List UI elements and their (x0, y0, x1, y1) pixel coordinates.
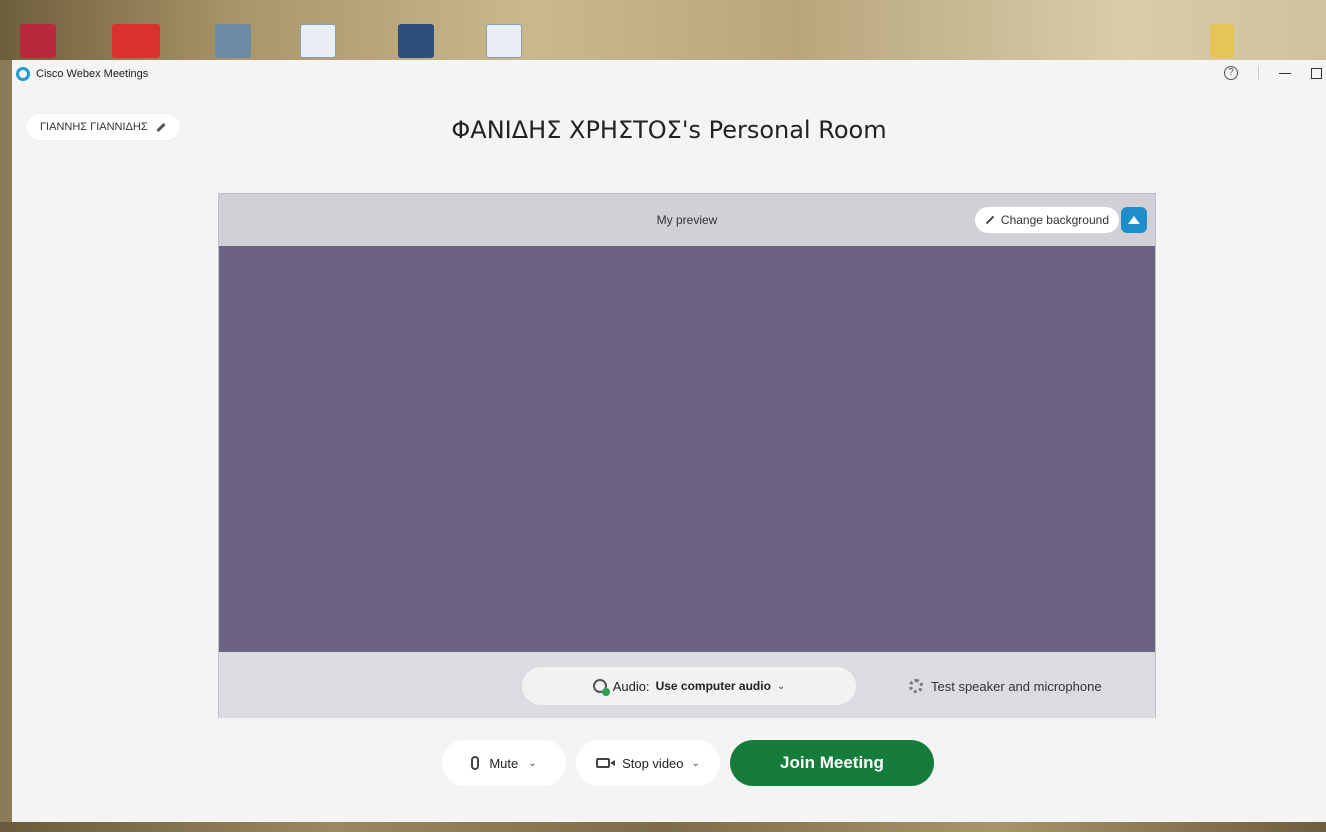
audio-value: Use computer audio (655, 679, 771, 693)
meeting-controls: Mute ⌄ Stop video ⌄ Join Meeting (12, 740, 1326, 786)
test-speaker-label: Test speaker and microphone (931, 678, 1102, 694)
video-camera-icon (596, 758, 616, 768)
video-preview-panel: My preview Change background Audio: Use … (218, 193, 1156, 718)
test-speaker-microphone-button[interactable]: Test speaker and microphone (909, 667, 1102, 705)
headset-icon (592, 679, 610, 696)
page-title: ΦΑΝΙΔΗΣ ΧΡΗΣΤΟΣ's Personal Room (451, 116, 887, 144)
join-meeting-button[interactable]: Join Meeting (730, 740, 934, 786)
audio-prefix-label: Audio: (612, 678, 650, 694)
minimize-icon[interactable] (1279, 72, 1291, 74)
desktop-background-bottom (0, 822, 1326, 832)
desktop-app-icon[interactable] (20, 24, 56, 58)
change-background-label: Change background (1000, 213, 1109, 227)
mute-button[interactable]: Mute ⌄ (442, 740, 566, 786)
desktop-app-icon[interactable] (215, 24, 251, 58)
magic-wand-icon (985, 215, 995, 225)
preview-header: My preview Change background (219, 194, 1155, 245)
divider (1258, 66, 1259, 80)
chevron-down-icon: ⌄ (776, 680, 786, 692)
document-icon[interactable] (300, 24, 336, 58)
folder-icon[interactable] (1210, 24, 1234, 58)
self-video-preview (219, 246, 1155, 652)
change-background-button[interactable]: Change background (974, 207, 1119, 233)
document-icon[interactable] (486, 24, 522, 58)
window-controls: ? (1224, 66, 1322, 80)
mute-label: Mute (489, 755, 519, 771)
chevron-down-icon[interactable]: ⌄ (692, 758, 700, 769)
desktop-app-icon[interactable] (398, 24, 434, 58)
microphone-icon (471, 756, 480, 770)
webex-logo-icon (16, 67, 30, 81)
app-title: Cisco Webex Meetings (36, 68, 149, 80)
maximize-icon[interactable] (1311, 67, 1322, 79)
upload-background-button[interactable] (1121, 207, 1147, 233)
join-meeting-label: Join Meeting (780, 753, 884, 772)
desktop-background-top (0, 0, 1326, 60)
chevron-down-icon[interactable]: ⌄ (528, 758, 536, 769)
webex-window: Cisco Webex Meetings ? ΓΙΑΝΝΗΣ ΓΙΑΝΝΙΔΗΣ… (12, 60, 1326, 822)
desktop-app-icon[interactable] (112, 24, 160, 58)
preview-label: My preview (656, 212, 718, 227)
titlebar: Cisco Webex Meetings ? (12, 60, 1326, 88)
help-icon[interactable]: ? (1224, 66, 1238, 80)
upload-icon (1128, 216, 1140, 224)
stop-video-label: Stop video (622, 755, 684, 771)
stop-video-button[interactable]: Stop video ⌄ (576, 740, 720, 786)
gear-icon (909, 679, 923, 693)
audio-connection-dropdown[interactable]: Audio: Use computer audio ⌄ (522, 667, 856, 705)
preview-footer: Audio: Use computer audio ⌄ Test speaker… (219, 652, 1155, 718)
